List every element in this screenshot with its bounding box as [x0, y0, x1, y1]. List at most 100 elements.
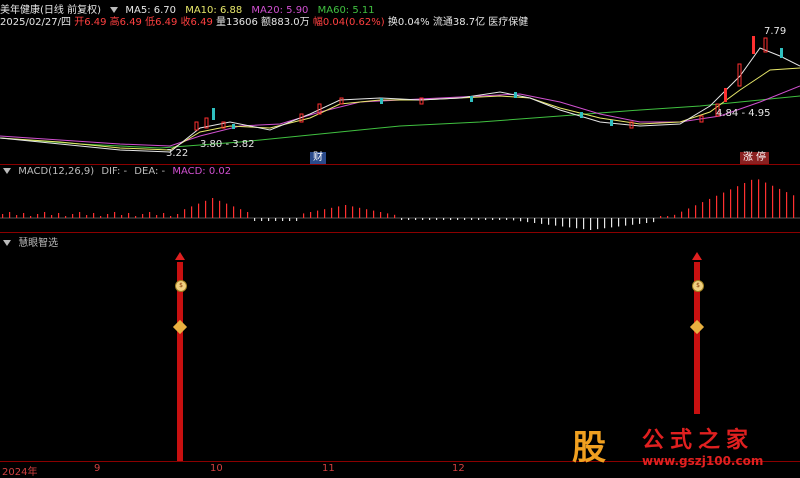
macd-bar [191, 206, 193, 218]
macd-bar [744, 183, 746, 218]
macd-bar [632, 218, 634, 225]
candles [194, 36, 783, 131]
macd-bar [464, 218, 466, 220]
macd-bar [163, 213, 165, 218]
macd-bar [100, 216, 102, 218]
macd-bar [436, 218, 438, 220]
macd-bar [681, 211, 683, 218]
macd-bar [639, 218, 641, 224]
macd-bar [156, 215, 158, 218]
macd-bar [457, 218, 459, 220]
indicator-dropdown-icon[interactable] [3, 240, 11, 246]
macd-bar [331, 207, 333, 218]
macd-bar [611, 218, 613, 228]
logo-name: 公式之家 [642, 428, 755, 453]
macd-dropdown-icon[interactable] [3, 168, 11, 174]
macd-bar [219, 200, 221, 218]
macd-bar [758, 179, 760, 218]
macd-bar [786, 192, 788, 218]
macd-bar [184, 209, 186, 218]
panel-divider-2 [0, 232, 800, 233]
badge-cai[interactable]: 财 [310, 152, 326, 164]
macd-bar [177, 214, 179, 218]
macd-bar [44, 212, 46, 218]
macd-bar [135, 216, 137, 218]
price-low-label: 3.22 [166, 148, 189, 159]
signal-1-arrow-icon [175, 252, 185, 260]
macd-bar [618, 218, 620, 227]
macd-bar [667, 216, 669, 218]
macd-bar [170, 216, 172, 218]
macd-bar [205, 200, 207, 218]
macd-bar [198, 203, 200, 218]
macd-bar [394, 214, 396, 218]
macd-bar [492, 218, 494, 220]
macd-bar [597, 218, 599, 230]
macd-bar [261, 218, 263, 221]
macd-bar [275, 218, 277, 221]
macd-bar [373, 210, 375, 218]
macd-bar [450, 218, 452, 220]
macd-bar [128, 213, 130, 218]
macd-bar [359, 207, 361, 218]
macd-bar [247, 212, 249, 218]
macd-bar [555, 218, 557, 226]
price-chart[interactable] [0, 26, 800, 166]
macd-bar [702, 202, 704, 218]
watermark-logo: 股 公式之家 www.gszj100.com [560, 420, 785, 475]
macd-bar [30, 216, 32, 218]
signal-1-coin-icon: $ [175, 280, 187, 292]
macd-bar [65, 216, 67, 218]
logo-url: www.gszj100.com [642, 454, 764, 468]
macd-bar [51, 215, 53, 218]
macd-bar [282, 218, 284, 221]
macd-bar [541, 218, 543, 224]
macd-bar [583, 218, 585, 230]
macd-bar [429, 218, 431, 220]
macd-bar [37, 214, 39, 218]
macd-bar [520, 218, 522, 222]
macd-bar [548, 218, 550, 225]
signal-2-diamond-icon [689, 319, 705, 335]
macd-bar [471, 218, 473, 220]
macd-bar [366, 209, 368, 218]
macd-histogram[interactable] [0, 176, 800, 234]
macd-bar [233, 206, 235, 218]
macd-bar [562, 218, 564, 227]
macd-bar [688, 208, 690, 218]
axis-label-9: 9 [94, 463, 101, 474]
axis-label-10: 10 [210, 463, 223, 474]
macd-bar [695, 205, 697, 218]
signal-2-arrow-icon [692, 252, 702, 260]
macd-bar [387, 213, 389, 218]
price-range-label-1: 3.80 - 3.82 [200, 139, 255, 150]
price-peak-label: 7.79 [764, 26, 787, 37]
axis-label-11: 11 [322, 463, 335, 474]
macd-bar [58, 213, 60, 218]
macd-bar [772, 185, 774, 218]
panel-divider-1 [0, 164, 800, 165]
badge-ting[interactable]: 停 [753, 152, 769, 164]
macd-bar [408, 218, 410, 220]
macd-bar [338, 206, 340, 218]
signal-1-bar[interactable] [177, 262, 183, 462]
indicator-label: 慧眼智选 [18, 238, 59, 249]
macd-bar [506, 218, 508, 220]
macd-bar [303, 213, 305, 218]
macd-bar [268, 218, 270, 221]
macd-bar [23, 213, 25, 218]
macd-bar [730, 189, 732, 218]
macd-bar [79, 212, 81, 218]
signal-2-coin-icon: $ [692, 280, 704, 292]
macd-bar [751, 179, 753, 218]
macd-bar [317, 210, 319, 218]
macd-bar [422, 218, 424, 220]
macd-bar [240, 209, 242, 218]
macd-bar [212, 198, 214, 218]
macd-bar [443, 218, 445, 220]
macd-bar [513, 218, 515, 221]
macd-bar [345, 205, 347, 218]
macd-bar [254, 218, 256, 221]
macd-bar [499, 218, 501, 220]
macd-bar [709, 198, 711, 218]
